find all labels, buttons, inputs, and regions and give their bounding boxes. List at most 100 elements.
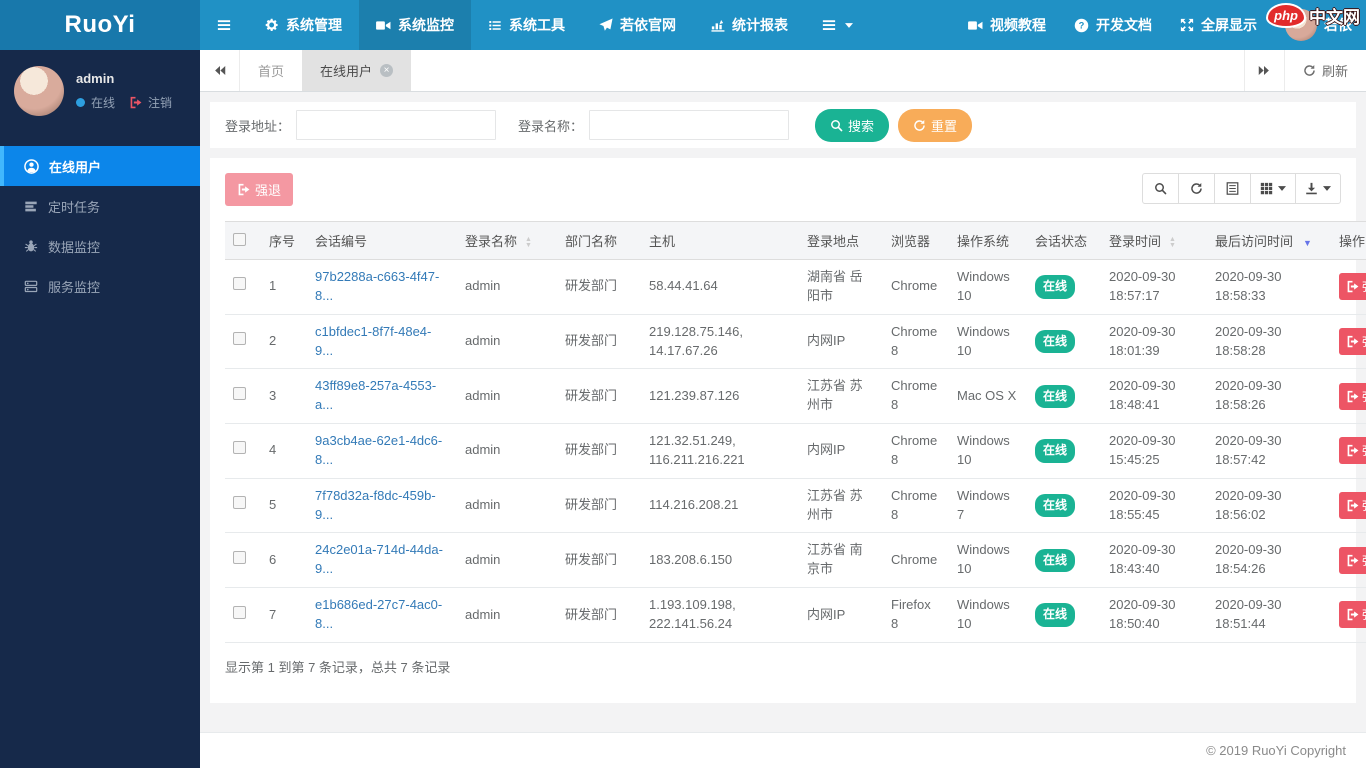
tab-online-users[interactable]: 在线用户 ×	[302, 50, 412, 91]
tab-home[interactable]: 首页	[240, 50, 302, 91]
logout-link[interactable]: 注销	[148, 94, 172, 111]
table-row: 4 9a3cb4ae-62e1-4dc6-8... admin 研发部门 121.32.…	[225, 423, 1366, 479]
sidebar-item-label: 在线用户	[49, 159, 102, 175]
sidebar-item[interactable]: 在线用户	[0, 146, 200, 186]
session-link[interactable]: 43ff89e8-257a-4553-a...	[315, 378, 436, 412]
column-header-label: 会话状态	[1035, 234, 1088, 249]
status-badge: 在线	[1035, 329, 1076, 354]
force-logout-button[interactable]: 强退	[1339, 328, 1366, 356]
user-avatar[interactable]	[14, 66, 64, 116]
cell-dept: 研发部门	[557, 532, 641, 589]
cell-session-id: c1bfdec1-8f7f-48e4-9...	[307, 314, 457, 370]
row-checkbox[interactable]	[233, 550, 246, 564]
search-icon	[830, 119, 843, 132]
status-badge: 在线	[1035, 384, 1076, 408]
session-link[interactable]: e1b686ed-27c7-4ac0-8...	[315, 597, 442, 631]
dept-value: 研发部门	[565, 551, 618, 567]
table-tools-group	[1142, 173, 1341, 204]
force-logout-button[interactable]: 强退	[1339, 382, 1366, 410]
status-badge: 在线	[1035, 548, 1076, 572]
cell-location: 内网IP	[799, 423, 883, 479]
tabs-scroll-right-button[interactable]	[1243, 50, 1284, 91]
column-header[interactable]: 登录名称 ▲ ▼	[457, 221, 557, 260]
nav-link[interactable]: 视频教程	[954, 0, 1060, 50]
cell-status: 在线	[1027, 478, 1101, 534]
force-logout-label: 强退	[1362, 388, 1366, 405]
page-footer: © 2019 RuoYi Copyright	[200, 732, 1366, 768]
cell-browser: Chrome	[883, 259, 949, 315]
location-value: 江苏省 苏州市	[807, 378, 863, 413]
cell-last-access: 2020-09-30 18:57:42	[1207, 423, 1331, 479]
sidebar-item[interactable]: 数据监控	[0, 226, 200, 266]
brand-logo[interactable]: RuoYi	[0, 0, 200, 50]
select-all-header	[225, 221, 261, 260]
select-all-checkbox[interactable]	[233, 232, 246, 246]
column-header[interactable]: 最后访问时间 ▼	[1207, 221, 1331, 260]
column-header: 会话状态	[1027, 221, 1101, 260]
nav-menu-toggle[interactable]	[200, 0, 248, 50]
refresh-table-button[interactable]	[1178, 173, 1215, 204]
cell-os: Windows 10	[949, 259, 1027, 315]
location-value: 湖南省 岳阳市	[807, 269, 863, 303]
nav-item[interactable]: 系统管理	[248, 0, 359, 50]
session-link[interactable]: 9a3cb4ae-62e1-4dc6-8...	[315, 433, 442, 467]
cell-last-access: 2020-09-30 18:58:26	[1207, 368, 1331, 425]
nav-item[interactable]: 统计报表	[693, 0, 805, 50]
session-link[interactable]: 7f78d32a-f8dc-459b-9...	[315, 488, 436, 522]
sign-out-icon	[1346, 335, 1359, 348]
session-link[interactable]: 24c2e01a-714d-44da-9...	[315, 542, 443, 576]
reset-button[interactable]: 重置	[898, 108, 973, 142]
column-header[interactable]: 登录时间 ▲ ▼	[1101, 221, 1207, 260]
force-logout-button[interactable]: 强退	[1339, 437, 1366, 465]
row-checkbox[interactable]	[233, 332, 246, 346]
toggle-search-button[interactable]	[1142, 173, 1179, 204]
cell-os: Windows 10	[949, 314, 1027, 370]
columns-dropdown-button[interactable]	[1250, 173, 1296, 204]
cell-location: 内网IP	[799, 587, 883, 643]
nav-item[interactable]: 若依官网	[582, 0, 693, 50]
host-value: 1.193.109.198, 222.141.56.24	[649, 597, 736, 631]
row-checkbox[interactable]	[233, 386, 246, 400]
export-dropdown-button[interactable]	[1295, 173, 1341, 204]
cell-status: 在线	[1027, 423, 1101, 479]
search-button[interactable]: 搜索	[815, 108, 890, 142]
row-checkbox[interactable]	[233, 277, 246, 291]
force-logout-button[interactable]: 强退	[1339, 601, 1366, 629]
cell-last-access: 2020-09-30 18:51:44	[1207, 587, 1331, 643]
user-name: admin	[76, 71, 115, 86]
row-checkbox[interactable]	[233, 496, 246, 510]
row-checkbox[interactable]	[233, 605, 246, 619]
nav-item[interactable]: 系统监控	[359, 0, 471, 50]
login-name-input[interactable]	[589, 110, 790, 140]
force-logout-button[interactable]: 强退	[1339, 273, 1366, 301]
login-address-input[interactable]	[296, 110, 497, 140]
session-link[interactable]: 97b2288a-c663-4f47-8...	[315, 269, 439, 303]
sidebar-item[interactable]: 定时任务	[0, 186, 200, 226]
force-logout-button[interactable]: 强退	[1339, 546, 1366, 574]
nav-link[interactable]: ? 开发文档	[1060, 0, 1166, 50]
force-logout-button[interactable]: 强退	[1339, 492, 1366, 520]
card-view-button[interactable]	[1214, 173, 1251, 204]
user-panel: admin 在线 注销	[0, 50, 200, 132]
tabs-scroll-left-button[interactable]	[200, 50, 240, 91]
row-checkbox[interactable]	[233, 441, 246, 455]
batch-force-logout-button[interactable]: 强退	[225, 173, 294, 206]
video-icon	[968, 19, 983, 32]
nav-item[interactable]: 系统工具	[471, 0, 582, 50]
cell-browser: Chrome 8	[883, 478, 949, 534]
last-access-value: 2020-09-30 18:51:44	[1215, 597, 1282, 631]
tab-close-icon[interactable]: ×	[380, 64, 394, 77]
nav-link-label: 视频教程	[990, 17, 1046, 33]
sidebar-item[interactable]: 服务监控	[0, 266, 200, 306]
session-link[interactable]: c1bfdec1-8f7f-48e4-9...	[315, 324, 431, 358]
cell-login-time: 2020-09-30 18:50:40	[1101, 587, 1207, 643]
browser-value: Chrome 8	[891, 378, 938, 413]
list-icon	[488, 19, 502, 32]
refresh-tab-button[interactable]: 刷新	[1283, 50, 1366, 91]
nav-menu-toggle[interactable]	[805, 0, 870, 50]
search-panel: 登录地址： 登录名称： 搜索 重置	[210, 102, 1356, 148]
os-value: Windows 10	[957, 542, 1010, 577]
nav-link[interactable]: 全屏显示	[1166, 0, 1271, 50]
watermark-text: 中文网	[1309, 8, 1360, 27]
force-logout-label: 强退	[1362, 497, 1366, 514]
